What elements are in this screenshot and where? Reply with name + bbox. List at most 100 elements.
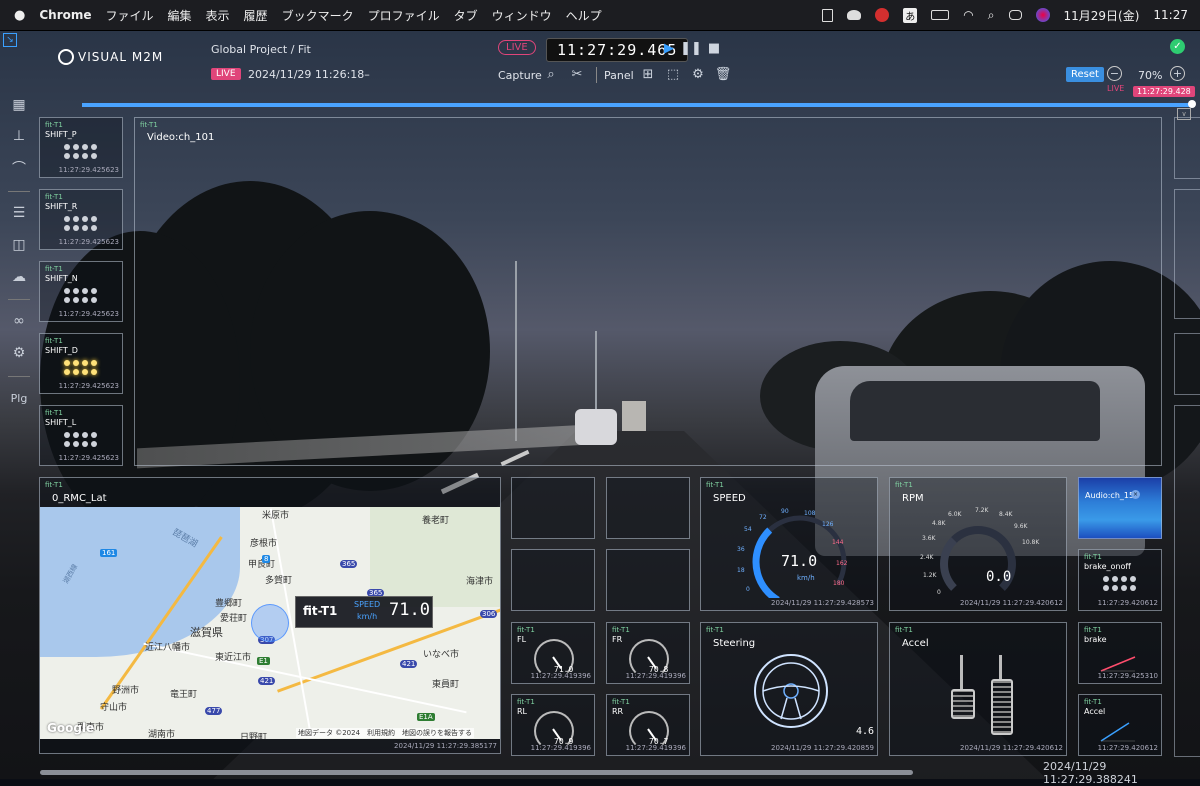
scissors-icon[interactable]: ✂ xyxy=(569,66,585,82)
panel-timestamp: 11:27:29.419396 xyxy=(625,672,686,680)
sidebar-divider xyxy=(8,191,30,192)
map-label: 野洲市 xyxy=(112,686,140,696)
empty-panel[interactable] xyxy=(511,549,595,611)
gauge-tick-label: 8.4K xyxy=(999,511,1013,518)
menubar-time[interactable]: 11:27 xyxy=(1153,8,1188,22)
video-panel[interactable]: fit-T1 Video:ch_101 xyxy=(134,117,1162,466)
empty-panel[interactable] xyxy=(511,477,595,539)
right-edge-panel[interactable] xyxy=(1174,405,1200,757)
tree-icon[interactable]: ⊥ xyxy=(10,127,28,145)
antivirus-icon[interactable] xyxy=(875,8,890,22)
panel-tag: fit-T1 xyxy=(1084,553,1102,561)
gauge-tick-label: 3.6K xyxy=(922,535,936,542)
capture-search-icon[interactable]: ⌕ xyxy=(543,66,559,82)
menu-view[interactable]: 表示 xyxy=(206,7,230,24)
siri-icon[interactable] xyxy=(1035,8,1050,22)
logo-text: VISUAL M2M xyxy=(78,50,164,64)
shift-l-panel[interactable]: fit-T1 SHIFT_L 11:27:29.425623 xyxy=(39,405,123,466)
panel-settings-icon[interactable]: ⚙ xyxy=(690,66,706,82)
right-edge-panel[interactable] xyxy=(1174,333,1200,395)
right-edge-panel[interactable] xyxy=(1174,117,1200,179)
shift-n-panel[interactable]: fit-T1 SHIFT_N 11:27:29.425623 xyxy=(39,261,123,322)
accel-small-panel[interactable]: fit-T1 Accel 11:27:29.420612 xyxy=(1078,694,1162,756)
database-icon[interactable]: ◫ xyxy=(10,236,28,254)
audio-close-icon[interactable]: × xyxy=(1131,490,1140,499)
map-overlay-card: fit-T1 SPEED km/h 71.0 xyxy=(295,596,433,628)
menu-bookmarks[interactable]: ブックマーク xyxy=(282,7,354,24)
play-icon[interactable]: ▶ xyxy=(661,40,677,56)
brake-onoff-panel[interactable]: fit-T1 brake_onoff 11:27:29.420612 xyxy=(1078,549,1162,611)
wheel-rl-panel[interactable]: fit-T1 RL 70.9 11:27:29.419396 xyxy=(511,694,595,756)
wheel-fl-panel[interactable]: fit-T1 FL 71.0 11:27:29.419396 xyxy=(511,622,595,684)
timeline-live-label: LIVE xyxy=(1107,84,1125,93)
wheel-fr-panel[interactable]: fit-T1 FR 70.8 11:27:29.419396 xyxy=(606,622,690,684)
audio-panel[interactable]: Audio:ch_150 × xyxy=(1078,477,1162,539)
cloud-icon[interactable] xyxy=(847,10,862,20)
horizontal-scrollbar[interactable] xyxy=(40,770,913,775)
shift-d-panel[interactable]: fit-T1 SHIFT_D 11:27:29.425623 xyxy=(39,333,123,394)
collapse-icon[interactable]: ∨ xyxy=(1177,108,1191,120)
menu-profiles[interactable]: プロファイル xyxy=(368,7,440,24)
menu-app-name[interactable]: Chrome xyxy=(39,8,91,22)
timeline-marker[interactable]: 11:27:29.428 xyxy=(1133,86,1195,97)
empty-panel[interactable] xyxy=(606,477,690,539)
search-icon[interactable]: ⌕ xyxy=(988,8,995,23)
menu-history[interactable]: 履歴 xyxy=(244,7,268,24)
menubar-date[interactable]: 11月29日(金) xyxy=(1064,7,1140,24)
stop-icon[interactable]: ■ xyxy=(706,40,722,56)
menu-tab[interactable]: タブ xyxy=(454,7,478,24)
menu-edit[interactable]: 編集 xyxy=(168,7,192,24)
menu-help[interactable]: ヘルプ xyxy=(566,7,602,24)
live-toggle-button[interactable]: LIVE xyxy=(498,40,536,55)
empty-panel[interactable] xyxy=(606,549,690,611)
menu-window[interactable]: ウィンドウ xyxy=(492,7,552,24)
battery-icon[interactable] xyxy=(931,10,950,20)
plugin-label[interactable]: Plg xyxy=(8,389,30,407)
overlay-speed-unit: km/h xyxy=(357,612,378,621)
grid-icon[interactable]: ▦ xyxy=(10,96,28,114)
reset-button[interactable]: Reset xyxy=(1066,67,1104,82)
chart-icon[interactable]: ⌒ xyxy=(10,159,28,177)
breadcrumb[interactable]: Global Project / Fit xyxy=(211,43,311,56)
steering-panel[interactable]: fit-T1 Steering 4.6 2024/11/29 11:27:29.… xyxy=(700,622,878,756)
panel-tag: fit-T1 xyxy=(1084,626,1102,634)
pedal-rod xyxy=(999,655,1002,681)
timeline-track[interactable] xyxy=(82,103,1192,107)
clipboard-icon[interactable] xyxy=(822,8,834,22)
expand-icon[interactable]: ↘ xyxy=(3,33,17,47)
link-icon[interactable]: ∞ xyxy=(10,312,28,330)
map-attribution[interactable]: 地図データ ©2024 利用規約 地図の誤りを報告する xyxy=(296,728,475,738)
zoom-in-icon[interactable]: + xyxy=(1170,66,1185,81)
zoom-out-icon[interactable]: − xyxy=(1107,66,1122,81)
sidebar-divider xyxy=(8,376,30,377)
panel-add-icon[interactable]: ⊞ xyxy=(640,66,656,82)
list-icon[interactable]: ☰ xyxy=(10,204,28,222)
map-view[interactable]: 米原市 養老町 彦根市 甲良町 多賀町 豊郷町 愛荘町 滋賀県 近江八幡市 東近… xyxy=(40,507,500,739)
apple-icon[interactable]: ● xyxy=(14,8,25,23)
rpm-panel[interactable]: fit-T1 RPM 0 1.2K 2.4K 3.6K 4.8K 6.0K 7.… xyxy=(889,477,1067,611)
gear-icon[interactable]: ⚙ xyxy=(10,344,28,362)
capture-label: Capture xyxy=(498,69,542,82)
ime-indicator[interactable]: あ xyxy=(903,7,918,23)
panel-select-icon[interactable]: ⬚ xyxy=(665,66,681,82)
overlay-speed-value: 71.0 xyxy=(389,600,430,620)
accel-panel[interactable]: fit-T1 Accel 2024/11/29 11:27:29.420612 xyxy=(889,622,1067,756)
overlay-vehicle-name: fit-T1 xyxy=(303,604,338,618)
trash-icon[interactable]: 🗑 xyxy=(715,66,732,82)
control-center-icon[interactable] xyxy=(1008,10,1022,20)
gauge-tick-label: 6.0K xyxy=(948,511,962,518)
pause-icon[interactable]: ❚❚ xyxy=(680,40,702,56)
brake-panel[interactable]: fit-T1 brake 11:27:29.425310 xyxy=(1078,622,1162,684)
map-label: 東近江市 xyxy=(215,653,252,663)
right-edge-panel[interactable] xyxy=(1174,189,1200,319)
speed-panel[interactable]: fit-T1 SPEED 0 18 36 54 72 90 108 126 14… xyxy=(700,477,878,611)
menu-file[interactable]: ファイル xyxy=(106,7,154,24)
wheel-rr-panel[interactable]: fit-T1 RR 70.7 11:27:29.419396 xyxy=(606,694,690,756)
shift-p-panel[interactable]: fit-T1 SHIFT_P 11:27:29.425623 xyxy=(39,117,123,178)
steering-wheel-icon xyxy=(754,654,828,728)
wifi-icon[interactable]: ◠ xyxy=(963,8,973,22)
cloud-upload-icon[interactable]: ☁ xyxy=(10,268,28,286)
panel-tag: fit-T1 xyxy=(45,337,63,345)
shift-r-panel[interactable]: fit-T1 SHIFT_R 11:27:29.425623 xyxy=(39,189,123,250)
timeline-handle[interactable] xyxy=(1188,100,1196,108)
